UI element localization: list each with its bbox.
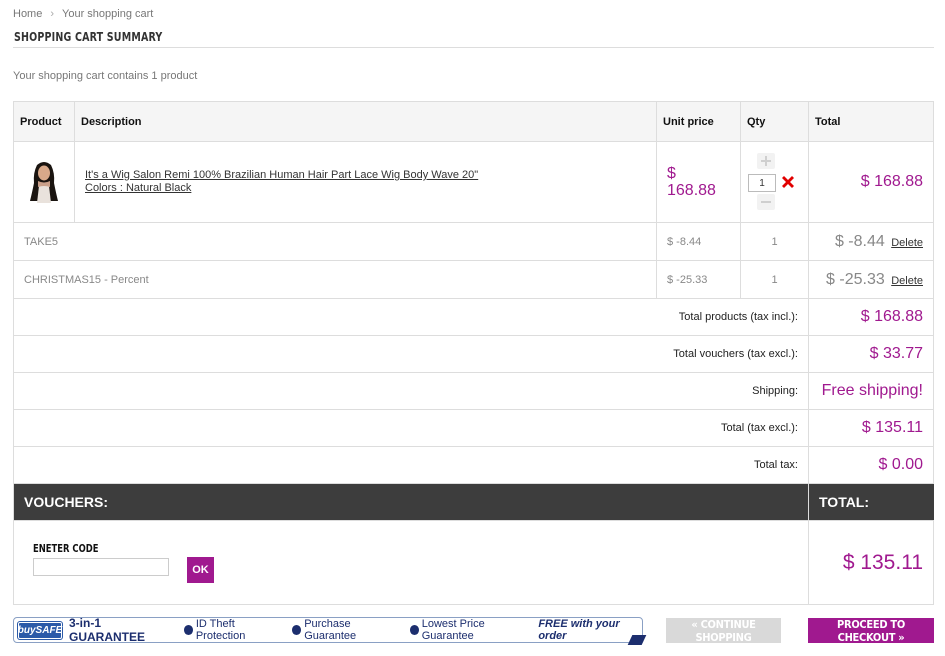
guarantee-item-label: Lowest Price Guarantee [421,618,485,642]
guarantee-item: Purchase Guarantee [291,618,398,642]
grand-total: $ 135.11 [808,520,934,605]
voucher-price: $ -25.33 [656,260,741,299]
quantity-stepper [748,152,808,212]
qty-increase-icon[interactable] [757,153,775,169]
check-icon [291,625,302,635]
voucher-qty: 1 [740,222,809,261]
banner-corner-decoration [627,635,647,645]
summary-value: $ 0.00 [808,446,934,484]
breadcrumb: Home › Your shopping cart [13,8,153,20]
breadcrumb-current: Your shopping cart [62,8,154,20]
breadcrumb-separator: › [50,8,55,20]
total-heading: TOTAL: [808,483,934,521]
guarantee-item: ID Theft Protection [183,618,280,642]
voucher-row: CHRISTMAS15 - Percent $ -25.33 1 $ -25.3… [13,260,934,299]
header-qty: Qty [740,101,809,142]
product-name-link[interactable]: It's a Wig Salon Remi 100% Brazilian Hum… [85,169,656,182]
voucher-total: $ -25.33 [826,270,885,288]
quantity-input[interactable] [748,174,776,192]
summary-label: Total tax: [13,446,809,484]
cart-count-text: Your shopping cart contains 1 product [13,70,198,82]
summary-label: Total (tax excl.): [13,409,809,447]
voucher-total: $ -8.44 [834,232,885,250]
summary-label: Total vouchers (tax excl.): [13,335,809,373]
qty-decrease-icon[interactable] [757,194,775,210]
summary-label: Shipping: [13,372,809,410]
breadcrumb-home-link[interactable]: Home [13,8,42,20]
guarantee-item-label: Purchase Guarantee [304,618,357,642]
vouchers-total-bar: VOUCHERS: TOTAL: [13,483,934,521]
guarantee-item-label: ID Theft Protection [195,618,246,642]
product-attributes-link[interactable]: Colors : Natural Black [85,182,656,195]
buysafe-logo: buySAFE [18,621,62,639]
voucher-price: $ -8.44 [656,222,741,261]
voucher-code-cell: ENETER CODE OK [13,520,809,605]
voucher-code-label: ENETER CODE [33,542,99,555]
unit-price-symbol: $ [667,165,676,182]
summary-value: $ 33.77 [808,335,934,373]
summary-row-total-products: Total products (tax incl.): $ 168.88 [13,298,934,336]
product-description-cell: It's a Wig Salon Remi 100% Brazilian Hum… [74,141,657,223]
voucher-ok-button[interactable]: OK [187,557,214,583]
product-total: $ 168.88 [808,141,934,223]
guarantee-item: Lowest Price Guarantee [409,618,531,642]
delete-item-icon[interactable] [780,174,796,190]
summary-value: $ 168.88 [808,298,934,336]
voucher-name: CHRISTMAS15 - Percent [13,260,657,299]
guarantee-title: 3-in-1 GUARANTEE [69,616,146,644]
summary-row-total-tax: Total tax: $ 0.00 [13,446,934,484]
header-total: Total [808,101,934,142]
shield-icon [183,625,193,635]
summary-value: Free shipping! [808,372,934,410]
dollar-icon [409,625,419,635]
guarantee-free-text: FREE with your order [538,618,620,642]
voucher-code-input[interactable] [33,558,169,576]
voucher-delete-link[interactable]: Delete [891,237,923,249]
page-title: SHOPPING CART SUMMARY [14,30,163,44]
summary-value: $ 135.11 [808,409,934,447]
buysafe-guarantee-banner[interactable]: buySAFE 3-in-1 GUARANTEE ID Theft Protec… [13,616,647,645]
continue-shopping-button[interactable]: « CONTINUE SHOPPING [666,618,781,644]
header-description: Description [74,101,657,142]
voucher-delete-link[interactable]: Delete [891,275,923,287]
summary-row-total-tax-excl: Total (tax excl.): $ 135.11 [13,409,934,447]
cart-product-row: It's a Wig Salon Remi 100% Brazilian Hum… [13,141,934,223]
voucher-code-row: ENETER CODE OK $ 135.11 [13,520,934,605]
proceed-to-checkout-button[interactable]: PROCEED TO CHECKOUT » [808,618,934,644]
voucher-total-cell: $ -8.44 Delete [808,222,934,261]
header-product: Product [13,101,75,142]
title-divider [13,47,934,48]
summary-row-shipping: Shipping: Free shipping! [13,372,934,410]
cart-header-row: Product Description Unit price Qty Total [13,101,934,142]
voucher-code-form: ENETER CODE OK [14,521,808,604]
product-thumb-cell [13,141,75,223]
header-unit-price: Unit price [656,101,741,142]
summary-row-total-vouchers: Total vouchers (tax excl.): $ 33.77 [13,335,934,373]
product-qty-cell [740,141,809,223]
voucher-name: TAKE5 [13,222,657,261]
voucher-total-cell: $ -25.33 Delete [808,260,934,299]
product-unit-price: $ 168.88 [656,141,741,223]
voucher-row: TAKE5 $ -8.44 1 $ -8.44 Delete [13,222,934,261]
summary-label: Total products (tax incl.): [13,298,809,336]
vouchers-heading: VOUCHERS: [13,483,809,521]
product-thumbnail[interactable] [25,159,63,203]
unit-price-value: 168.88 [667,182,716,199]
voucher-qty: 1 [740,260,809,299]
cart-table: Product Description Unit price Qty Total… [13,101,934,605]
